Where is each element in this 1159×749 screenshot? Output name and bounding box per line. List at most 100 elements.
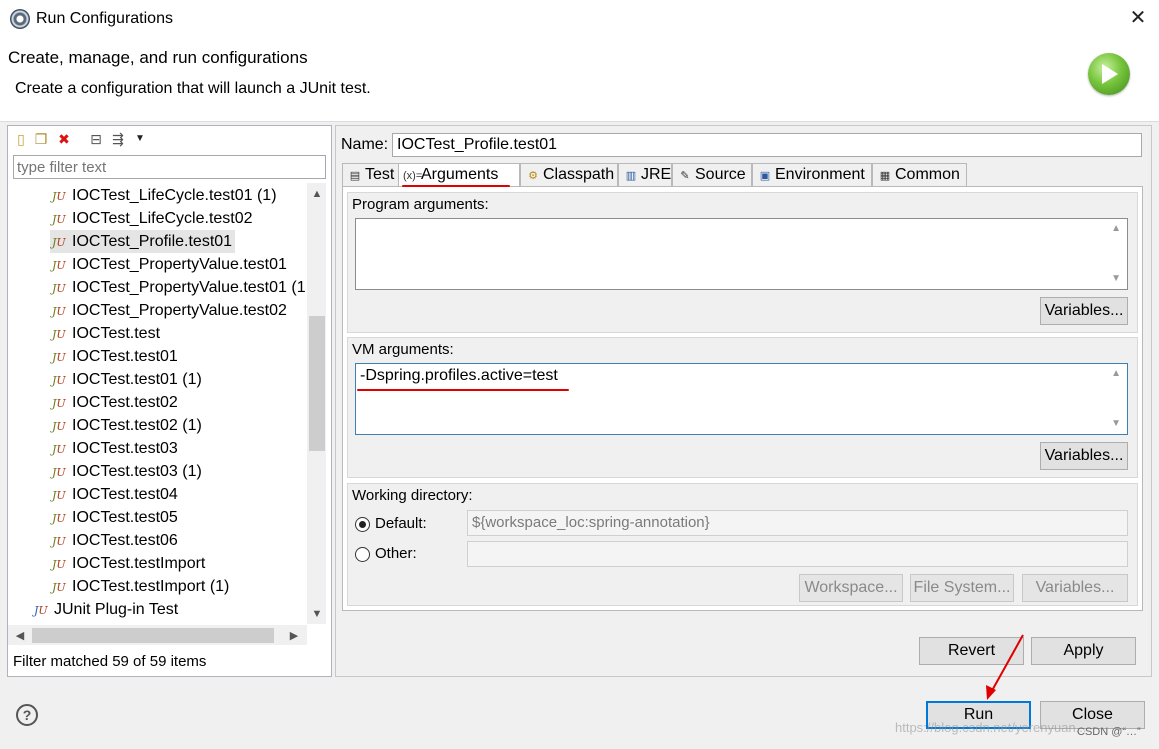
tree-item[interactable]: JU IOCTest.test03 (52, 437, 178, 460)
test-tab-icon: ▤ (349, 170, 361, 182)
program-variables-button[interactable]: Variables... (1040, 297, 1128, 325)
junit-icon: JU (52, 489, 66, 502)
tree-item[interactable]: JU IOCTest.test03 (1) (52, 460, 202, 483)
header-title: Create, manage, and run configurations (8, 48, 308, 67)
header-message: Create a configuration that will launch … (15, 80, 371, 97)
junit-icon: JU (52, 535, 66, 548)
filter-input[interactable] (13, 155, 326, 179)
other-radio[interactable] (355, 547, 370, 562)
tree-item[interactable]: JU IOCTest.test01 (1) (52, 368, 202, 391)
vm-arguments-textarea[interactable]: -Dspring.profiles.active=test (355, 363, 1128, 435)
left-toolbar: ▯ ❐ ✖ ⊟ ⇶ ▼ (8, 126, 331, 152)
default-directory-field: ${workspace_loc:spring-annotation} (467, 510, 1128, 536)
name-label: Name: (341, 136, 389, 153)
program-arguments-textarea[interactable] (355, 218, 1128, 290)
classpath-tab-icon: ⚙ (528, 170, 538, 182)
name-field[interactable]: IOCTest_Profile.test01 (392, 133, 1142, 157)
annotation-underline-vm-args (357, 389, 569, 391)
eclipse-icon (10, 9, 30, 29)
new-config-icon[interactable]: ▯ (13, 131, 29, 147)
tree-category-junit-plugin[interactable]: JU JUnit Plug-in Test (34, 598, 178, 621)
tab-classpath[interactable]: ⚙ Classpath (520, 163, 618, 187)
scroll-down-icon[interactable]: ▼ (309, 608, 325, 620)
window-title: Run Configurations (36, 10, 173, 27)
junit-icon: JU (52, 420, 66, 433)
dropdown-icon[interactable]: ▼ (132, 131, 148, 147)
tree-item[interactable]: JU IOCTest.test06 (52, 529, 178, 552)
configuration-editor: Name: IOCTest_Profile.test01 ▤ Test (x)= A… (335, 125, 1152, 677)
tree-item[interactable]: JU IOCTest.test (52, 322, 160, 345)
annotation-underline-arguments (402, 185, 510, 187)
junit-icon: JU (52, 581, 66, 594)
tree-item[interactable]: JU IOCTest_PropertyValue.test01 (52, 253, 287, 276)
junit-icon: JU (52, 213, 66, 226)
configuration-list-panel: ▯ ❐ ✖ ⊟ ⇶ ▼ JUIOCTest_LifeCycle.test01 (… (7, 125, 332, 677)
source-tab-icon: ✎ (680, 170, 690, 182)
tree-item[interactable]: JU IOCTest_PropertyValue.test01 (1 (52, 276, 306, 299)
tab-common[interactable]: ▦ Common (872, 163, 967, 187)
default-label: Default: (375, 515, 427, 532)
watermark-badge: CSDN @“…” (1077, 726, 1141, 738)
tree-vertical-thumb[interactable] (309, 316, 325, 451)
default-radio[interactable] (355, 517, 370, 532)
tab-source[interactable]: ✎ Source (672, 163, 752, 187)
delete-icon[interactable]: ✖ (56, 131, 72, 147)
junit-icon: JU (52, 512, 66, 525)
junit-icon: JU (52, 236, 66, 249)
junit-icon: JU (52, 466, 66, 479)
scroll-right-icon[interactable]: ▶ (286, 629, 302, 642)
annotation-arrow (986, 634, 1024, 700)
program-arguments-label: Program arguments: (352, 196, 489, 213)
collapse-all-icon[interactable]: ⊟ (88, 131, 104, 147)
junit-icon: JU (52, 259, 66, 272)
common-tab-icon: ▦ (879, 170, 891, 182)
tree-item[interactable]: JU IOCTest.test04 (52, 483, 178, 506)
help-icon[interactable]: ? (16, 704, 38, 726)
tree-item[interactable]: JU IOCTest.testImport (1) (52, 575, 229, 598)
tree-item[interactable]: JU IOCTest.test01 (52, 345, 178, 368)
junit-icon: JU (52, 374, 66, 387)
jre-tab-icon: ▥ (625, 170, 637, 182)
scroll-up-icon[interactable]: ▲ (309, 188, 325, 200)
scroll-down-icon[interactable]: ▼ (1111, 273, 1121, 284)
workspace-button[interactable]: Workspace... (799, 574, 903, 602)
file-system-button[interactable]: File System... (910, 574, 1014, 602)
filter-icon[interactable]: ⇶ (110, 131, 126, 147)
watermark: https://blog.csdn.net/yerenyuan... (895, 720, 1087, 735)
junit-icon: JU (52, 558, 66, 571)
junit-icon: JU (52, 328, 66, 341)
scroll-down-icon[interactable]: ▼ (1111, 418, 1121, 429)
tree-item[interactable]: JU IOCTest.test05 (52, 506, 178, 529)
tree-horizontal-thumb[interactable] (32, 628, 274, 643)
tree-item[interactable]: JU IOCTest_LifeCycle.test02 (52, 207, 253, 230)
arguments-tab-content: Program arguments: ▲ ▼ Variables... VM a… (342, 186, 1143, 611)
scroll-up-icon[interactable]: ▲ (1111, 223, 1121, 234)
working-directory-group: Working directory: Default: ${workspace_… (347, 483, 1138, 606)
working-dir-variables-button[interactable]: Variables... (1022, 574, 1128, 602)
configuration-tree: JU IOCTest_LifeCycle.test01 (1) JU IOCTest… (8, 183, 307, 624)
tab-jre[interactable]: ▥ JRE (618, 163, 672, 187)
duplicate-icon[interactable]: ❐ (33, 131, 49, 147)
tree-item[interactable]: JU IOCTest.test02 (52, 391, 178, 414)
apply-button[interactable]: Apply (1031, 637, 1136, 665)
scroll-left-icon[interactable]: ◀ (12, 629, 28, 642)
tree-item[interactable]: JU IOCTest.testImport (52, 552, 205, 575)
tree-item[interactable]: JU IOCTest_PropertyValue.test02 (52, 299, 287, 322)
tree-item-selected[interactable]: JU IOCTest_Profile.test01 (50, 230, 236, 253)
other-directory-field[interactable] (467, 541, 1128, 567)
scroll-up-icon[interactable]: ▲ (1111, 368, 1121, 379)
vm-variables-button[interactable]: Variables... (1040, 442, 1128, 470)
junit-icon: JU (52, 190, 66, 203)
title-bar: Run Configurations ✕ (0, 0, 1159, 38)
filter-status: Filter matched 59 of 59 items (13, 653, 207, 670)
other-label: Other: (375, 545, 417, 562)
environment-tab-icon: ▣ (759, 170, 771, 182)
tab-environment[interactable]: ▣ Environment (752, 163, 872, 187)
tab-test[interactable]: ▤ Test (342, 163, 399, 187)
vm-arguments-label: VM arguments: (352, 341, 454, 358)
tree-item[interactable]: JU IOCTest.test02 (1) (52, 414, 202, 437)
program-arguments-group: Program arguments: ▲ ▼ Variables... (347, 192, 1138, 333)
close-icon[interactable]: ✕ (1128, 7, 1148, 29)
tree-item[interactable]: JU IOCTest_LifeCycle.test01 (1) (52, 184, 277, 207)
junit-icon: JU (52, 351, 66, 364)
